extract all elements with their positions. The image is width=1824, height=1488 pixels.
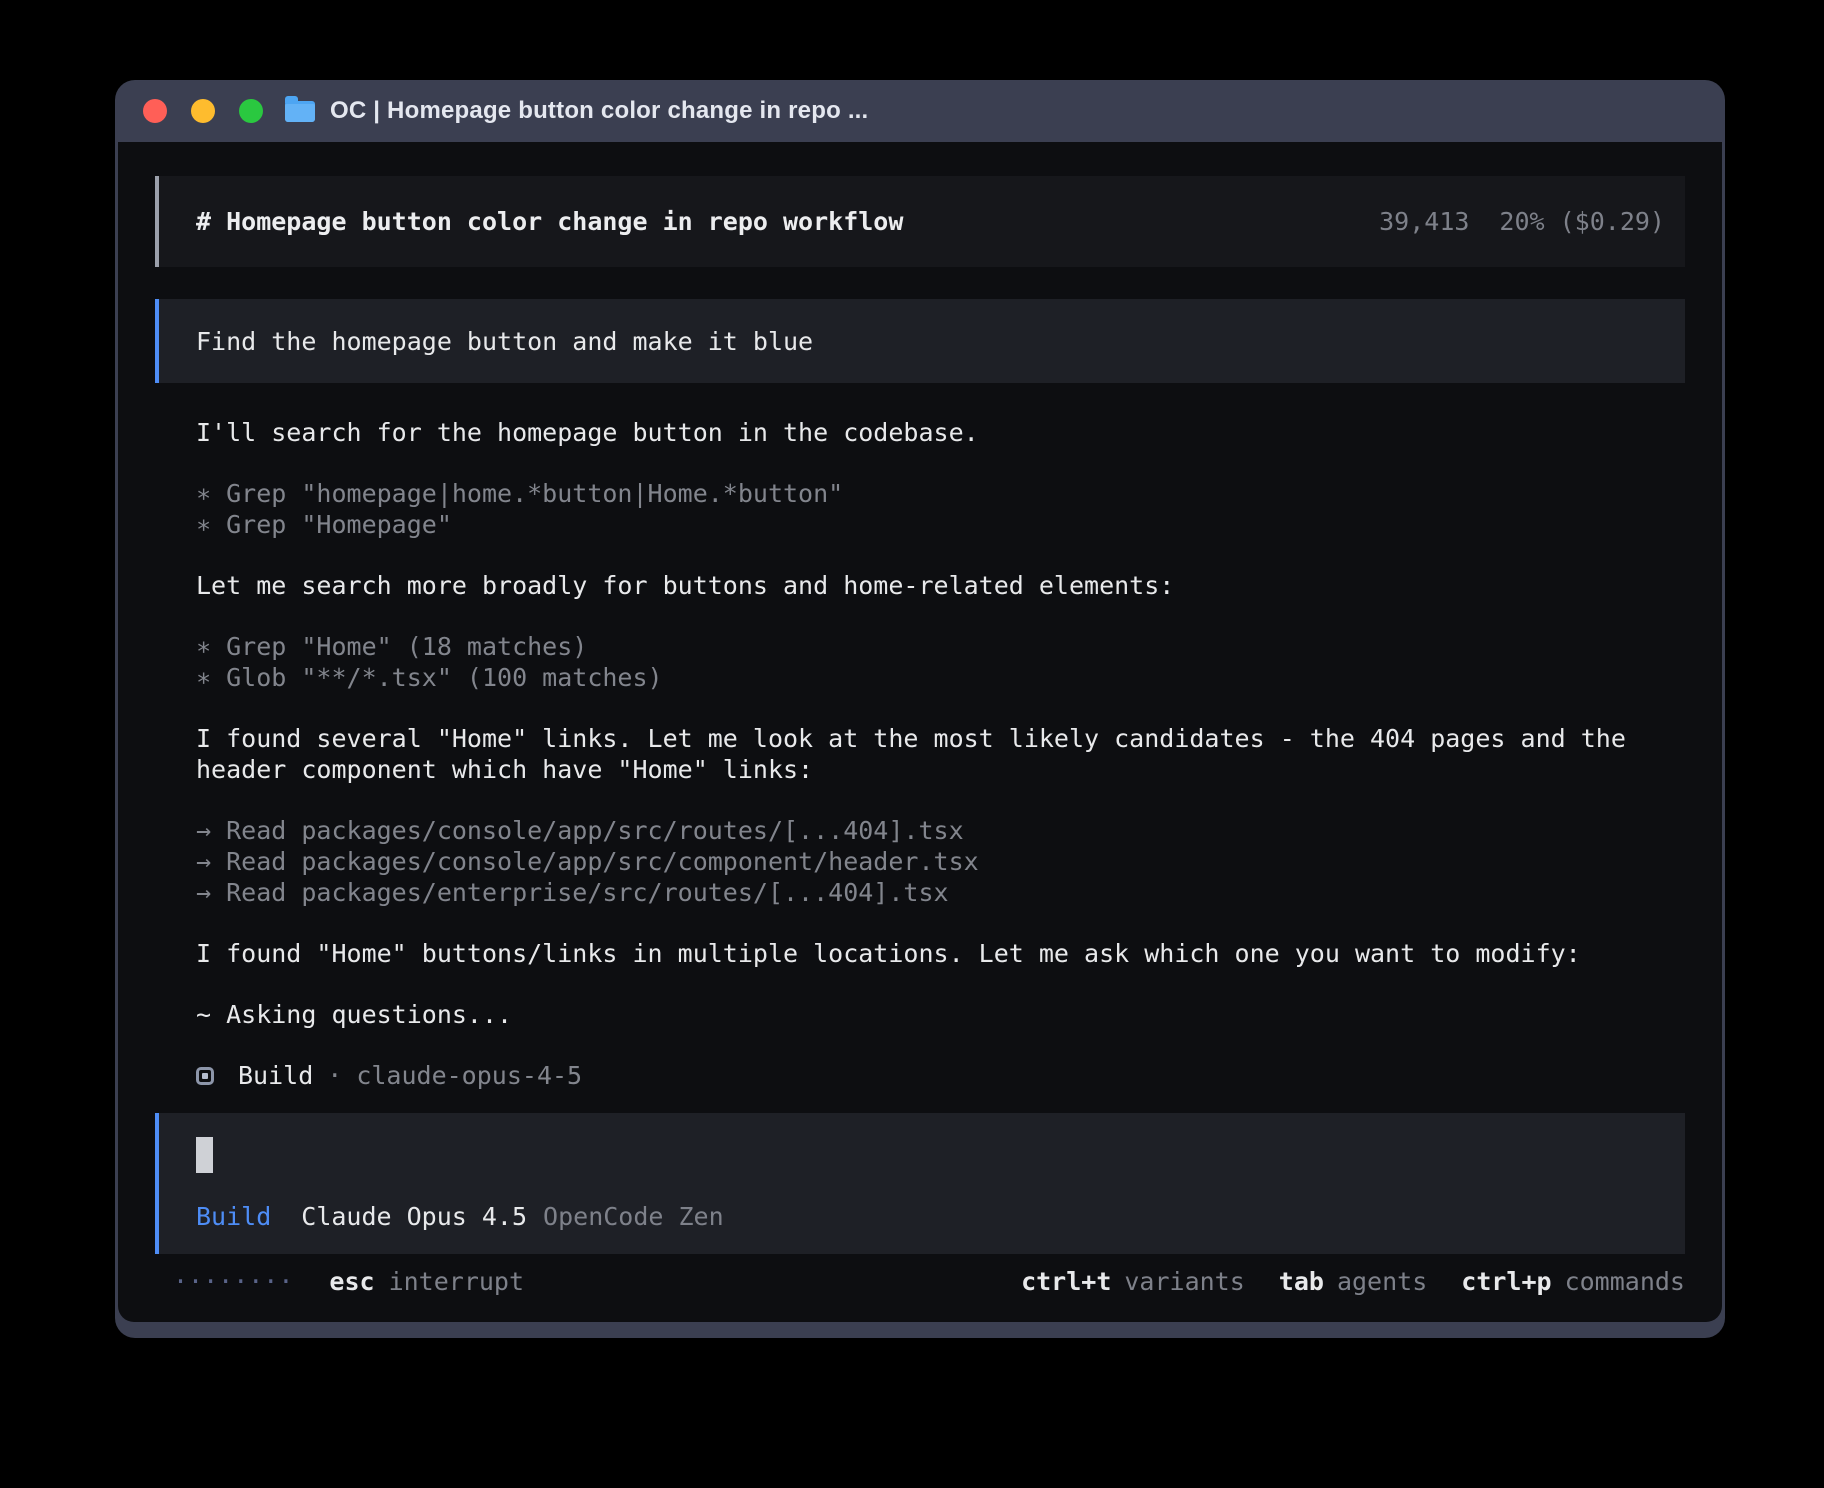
status-bar: ········ esc interrupt ctrl+t variants t… xyxy=(155,1266,1685,1297)
input-mode-label: Build xyxy=(196,1202,271,1231)
zoom-button[interactable] xyxy=(239,99,263,123)
agent-model: claude-opus-4-5 xyxy=(356,1060,582,1091)
tool-call-group: ∗ Grep "Home" (18 matches) ∗ Glob "**/*.… xyxy=(196,631,1685,693)
assistant-message: Let me search more broadly for buttons a… xyxy=(196,570,1685,601)
terminal-content: # Homepage button color change in repo w… xyxy=(118,142,1722,1322)
status-bar-left: ········ esc interrupt xyxy=(173,1266,524,1297)
assistant-message: I'll search for the homepage button in t… xyxy=(196,417,1685,448)
close-button[interactable] xyxy=(143,99,167,123)
context-cost: 20% ($0.29) xyxy=(1499,206,1665,237)
conversation-transcript: I'll search for the homepage button in t… xyxy=(155,417,1685,1091)
window-title-group: OC | Homepage button color change in rep… xyxy=(285,97,868,125)
input-meta: Build Claude Opus 4.5 OpenCode Zen xyxy=(196,1201,1649,1232)
esc-key-label: interrupt xyxy=(389,1266,524,1297)
shortcut-label: variants xyxy=(1124,1266,1244,1297)
esc-key-hint: esc xyxy=(329,1266,374,1297)
tool-call-group: → Read packages/console/app/src/routes/[… xyxy=(196,815,1685,908)
shortcut-key: tab xyxy=(1279,1266,1324,1297)
input-provider-label: OpenCode Zen xyxy=(543,1202,724,1231)
session-title: # Homepage button color change in repo w… xyxy=(196,206,903,237)
assistant-message: I found "Home" buttons/links in multiple… xyxy=(196,938,1685,969)
status-asking-questions: ~ Asking questions... xyxy=(196,999,1685,1030)
status-bar-right: ctrl+t variants tab agents ctrl+p comman… xyxy=(1021,1266,1685,1297)
shortcut-key: ctrl+p xyxy=(1461,1266,1551,1297)
shortcut-variants: ctrl+t variants xyxy=(1021,1266,1245,1297)
folder-icon xyxy=(285,101,315,122)
window-title: OC | Homepage button color change in rep… xyxy=(330,97,868,125)
shortcut-agents: tab agents xyxy=(1279,1266,1427,1297)
session-stats: 39,413 20% ($0.29) xyxy=(1379,206,1665,237)
tool-call-read: → Read packages/console/app/src/componen… xyxy=(196,846,1685,877)
text-cursor xyxy=(196,1137,213,1173)
prompt-input[interactable]: Build Claude Opus 4.5 OpenCode Zen xyxy=(155,1113,1685,1254)
input-model-label: Claude Opus 4.5 xyxy=(301,1202,527,1231)
spinner-icon: ········ xyxy=(173,1266,293,1297)
user-message-text: Find the homepage button and make it blu… xyxy=(196,326,813,357)
shortcut-label: commands xyxy=(1565,1266,1685,1297)
minimize-button[interactable] xyxy=(191,99,215,123)
traffic-lights xyxy=(143,99,263,123)
token-count: 39,413 xyxy=(1379,206,1469,237)
tool-call-group: ∗ Grep "homepage|home.*button|Home.*butt… xyxy=(196,478,1685,540)
session-header: # Homepage button color change in repo w… xyxy=(155,176,1685,267)
shortcut-label: agents xyxy=(1337,1266,1427,1297)
user-message: Find the homepage button and make it blu… xyxy=(155,299,1685,383)
agent-separator: · xyxy=(327,1060,342,1091)
agent-status-line: Build · claude-opus-4-5 xyxy=(196,1060,1685,1091)
agent-icon xyxy=(196,1067,214,1085)
tool-call-grep: ∗ Grep "Homepage" xyxy=(196,509,1685,540)
window-titlebar: OC | Homepage button color change in rep… xyxy=(115,80,1725,142)
tool-call-grep: ∗ Grep "homepage|home.*button|Home.*butt… xyxy=(196,478,1685,509)
terminal-window: OC | Homepage button color change in rep… xyxy=(115,80,1725,1338)
tool-call-grep: ∗ Grep "Home" (18 matches) xyxy=(196,631,1685,662)
tool-call-read: → Read packages/console/app/src/routes/[… xyxy=(196,815,1685,846)
assistant-message: I found several "Home" links. Let me loo… xyxy=(196,723,1685,785)
agent-name: Build xyxy=(238,1060,313,1091)
shortcut-commands: ctrl+p commands xyxy=(1461,1266,1685,1297)
tool-call-read: → Read packages/enterprise/src/routes/[.… xyxy=(196,877,1685,908)
tool-call-glob: ∗ Glob "**/*.tsx" (100 matches) xyxy=(196,662,1685,693)
shortcut-key: ctrl+t xyxy=(1021,1266,1111,1297)
